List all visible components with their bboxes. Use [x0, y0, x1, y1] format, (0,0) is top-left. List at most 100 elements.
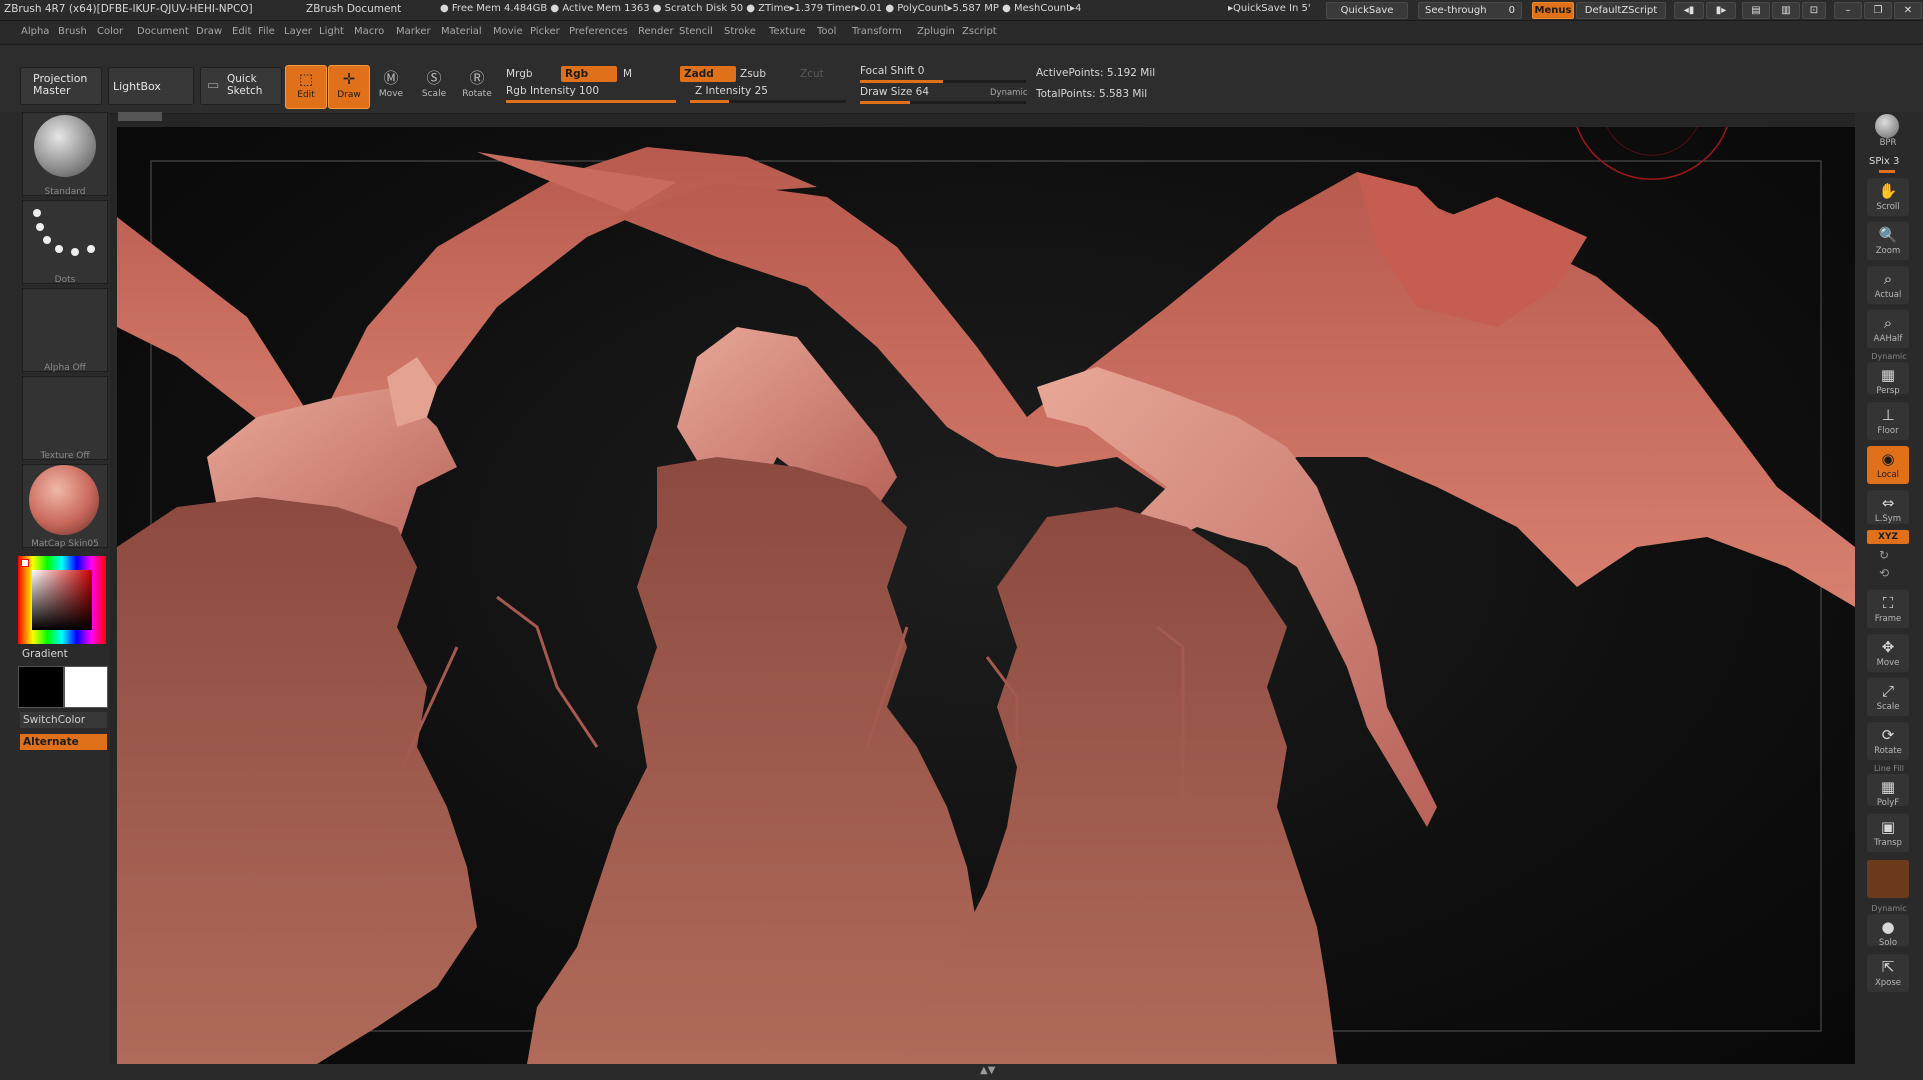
menu-movie[interactable]: Movie: [493, 26, 523, 37]
menu-stroke[interactable]: Stroke: [724, 26, 756, 37]
rotate-view-button[interactable]: ⟳ Rotate: [1867, 722, 1909, 760]
rgb-button[interactable]: Rgb: [561, 66, 617, 82]
menu-preferences[interactable]: Preferences: [569, 26, 628, 37]
lightbox-button[interactable]: LightBox: [108, 67, 194, 105]
zoom-button[interactable]: 🔍 Zoom: [1867, 222, 1909, 260]
solo-icon: ●: [1881, 918, 1895, 936]
xyz-button[interactable]: XYZ: [1867, 530, 1909, 544]
color-square[interactable]: [32, 570, 92, 630]
tray-toggle-icon[interactable]: ▲▼: [980, 1065, 995, 1076]
viewport-canvas[interactable]: [117, 127, 1855, 1064]
m-button[interactable]: M: [623, 68, 632, 80]
material-label: MatCap Skin05: [31, 539, 99, 549]
menu-edit[interactable]: Edit: [232, 26, 251, 37]
close-icon[interactable]: ✕: [1894, 2, 1922, 19]
menu-transform[interactable]: Transform: [852, 26, 902, 37]
z-intensity-slider[interactable]: [690, 100, 846, 103]
menu-draw[interactable]: Draw: [196, 26, 222, 37]
transp-button[interactable]: ▣ Transp: [1867, 814, 1909, 852]
brush-thumbnail[interactable]: Standard: [22, 112, 108, 197]
menu-zscript[interactable]: Zscript: [962, 26, 997, 37]
secondary-color-swatch[interactable]: [64, 666, 108, 708]
move-button[interactable]: Ⓜ Move: [371, 65, 411, 107]
color-picker[interactable]: [18, 556, 106, 644]
xpose-button[interactable]: ⇱ Xpose: [1867, 954, 1909, 992]
gradient-toggle[interactable]: Gradient: [22, 648, 68, 660]
draw-button[interactable]: ✛ Draw: [328, 65, 370, 109]
rotate-button[interactable]: Ⓡ Rotate: [457, 65, 497, 107]
menu-alpha[interactable]: Alpha: [21, 26, 49, 37]
persp-button[interactable]: ▦ Persp: [1867, 362, 1909, 396]
material-thumbnail[interactable]: MatCap Skin05: [22, 464, 108, 549]
menu-layer[interactable]: Layer: [284, 26, 312, 37]
scale-button[interactable]: Ⓢ Scale: [414, 65, 454, 107]
focal-shift-slider[interactable]: [860, 80, 1026, 83]
floor-button[interactable]: ⊥ Floor: [1867, 402, 1909, 440]
projection-master-button[interactable]: Projection Master: [20, 67, 102, 105]
aahalf-button[interactable]: ⌕ AAHalf: [1867, 310, 1909, 348]
menu-brush[interactable]: Brush: [58, 26, 87, 37]
scale-view-button[interactable]: ⤢ Scale: [1867, 678, 1909, 716]
rgb-intensity-slider[interactable]: [506, 100, 676, 103]
lock-icon[interactable]: ⊡: [1802, 2, 1826, 19]
edit-button[interactable]: ⬚ Edit: [285, 65, 327, 109]
focal-shift-label: Focal Shift 0: [860, 65, 925, 77]
menu-tool[interactable]: Tool: [817, 26, 836, 37]
default-zscript-button[interactable]: DefaultZScript: [1576, 2, 1666, 19]
menus-button[interactable]: Menus: [1532, 2, 1574, 19]
symmetry-icon: ⇔: [1881, 494, 1895, 512]
see-through-slider[interactable]: See-through 0: [1418, 2, 1522, 19]
mrgb-button[interactable]: Mrgb: [506, 68, 533, 80]
rotate-view-label: Rotate: [1874, 746, 1902, 756]
layout-next-icon[interactable]: ▮▸: [1706, 2, 1736, 19]
alternate-button[interactable]: Alternate: [20, 734, 107, 750]
zadd-button[interactable]: Zadd: [680, 66, 736, 82]
bpr-button[interactable]: BPR: [1867, 114, 1909, 148]
primary-color-swatch[interactable]: [18, 666, 64, 708]
menu-color[interactable]: Color: [97, 26, 123, 37]
lsym-label: L.Sym: [1874, 514, 1902, 524]
menu-render[interactable]: Render: [638, 26, 674, 37]
rotate-free-icon[interactable]: ⟲: [1879, 566, 1889, 580]
ui-swatch-icon[interactable]: ▥: [1772, 2, 1800, 19]
menu-light[interactable]: Light: [319, 26, 344, 37]
layout-prev-icon[interactable]: ◂▮: [1674, 2, 1704, 19]
menu-material[interactable]: Material: [441, 26, 482, 37]
restore-icon[interactable]: ❐: [1864, 2, 1892, 19]
solo-button[interactable]: ● Solo: [1867, 914, 1909, 948]
stroke-thumbnail[interactable]: Dots: [22, 200, 108, 285]
spix-slider[interactable]: [1879, 170, 1895, 173]
draw-size-slider[interactable]: [860, 101, 1026, 104]
ui-layout-icon[interactable]: ▤: [1742, 2, 1770, 19]
menu-marker[interactable]: Marker: [396, 26, 431, 37]
menu-stencil[interactable]: Stencil: [679, 26, 713, 37]
frame-button[interactable]: ⛶ Frame: [1867, 590, 1909, 628]
spix-label[interactable]: SPix 3: [1869, 156, 1899, 167]
local-button[interactable]: ◉ Local: [1867, 446, 1909, 484]
dynamic-toggle[interactable]: Dynamic: [990, 88, 1028, 98]
menu-texture[interactable]: Texture: [769, 26, 806, 37]
zsub-button[interactable]: Zsub: [740, 68, 766, 80]
scroll-indicator[interactable]: [118, 112, 162, 121]
menu-macro[interactable]: Macro: [354, 26, 384, 37]
alpha-thumbnail[interactable]: Alpha Off: [22, 288, 108, 373]
scroll-button[interactable]: ✋ Scroll: [1867, 178, 1909, 216]
local-icon: ◉: [1881, 450, 1895, 468]
texture-thumbnail[interactable]: Texture Off: [22, 376, 108, 461]
switchcolor-button[interactable]: SwitchColor: [20, 712, 107, 728]
actual-button[interactable]: ⌕ Actual: [1867, 266, 1909, 304]
move-icon: Ⓜ: [383, 69, 399, 87]
polyf-button[interactable]: ▦ PolyF: [1867, 774, 1909, 808]
zcut-button[interactable]: Zcut: [800, 68, 824, 80]
ghost-button[interactable]: [1867, 860, 1909, 898]
menu-document[interactable]: Document: [137, 26, 189, 37]
menu-file[interactable]: File: [258, 26, 275, 37]
lsym-button[interactable]: ⇔ L.Sym: [1867, 490, 1909, 524]
menu-zplugin[interactable]: Zplugin: [917, 26, 955, 37]
rotate-axis-icon[interactable]: ↻: [1879, 548, 1889, 562]
menu-picker[interactable]: Picker: [530, 26, 560, 37]
move-view-button[interactable]: ✥ Move: [1867, 634, 1909, 672]
minimize-icon[interactable]: –: [1834, 2, 1862, 19]
quick-sketch-button[interactable]: ▭ Quick Sketch: [200, 67, 282, 105]
quicksave-button[interactable]: QuickSave: [1326, 2, 1408, 19]
